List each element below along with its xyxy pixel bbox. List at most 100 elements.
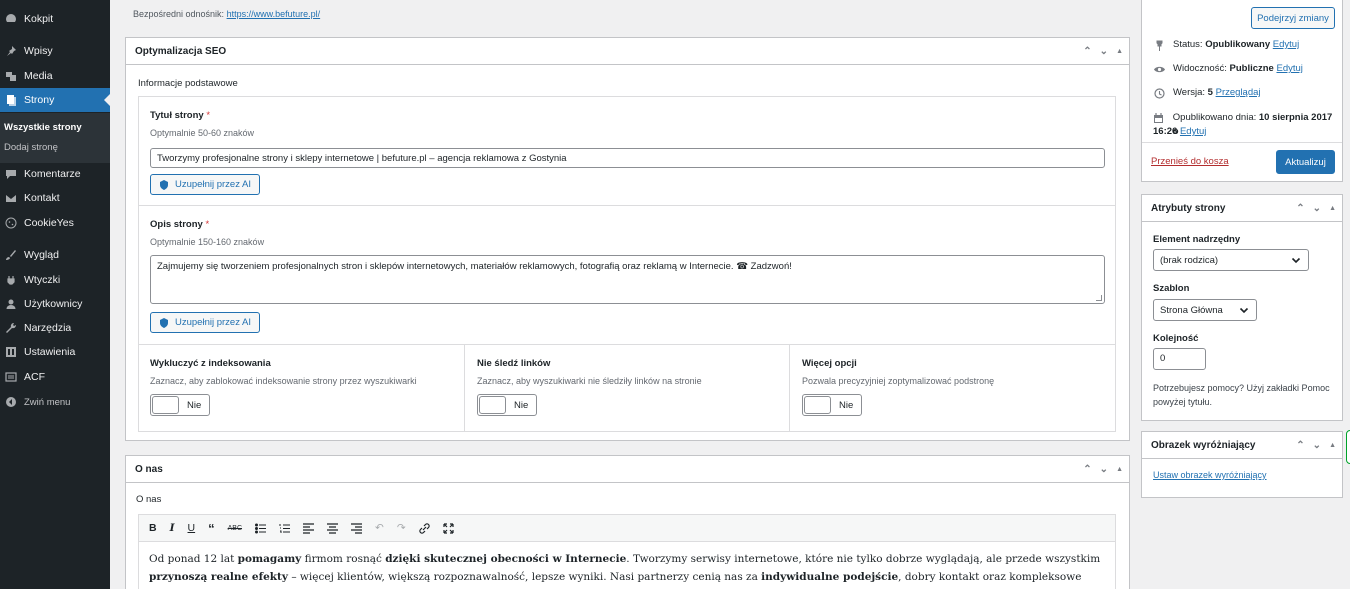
shield-icon	[160, 179, 168, 190]
toggle-panel-icon[interactable]: ▲	[1329, 442, 1336, 451]
nav-item-ustawienia[interactable]: Ustawienia	[0, 340, 110, 364]
move-down-icon[interactable]: ⌄	[1313, 203, 1321, 214]
bold-run: indywidualne podejście	[761, 571, 899, 583]
ai-fill-title-button[interactable]: Uzupełnij przez AI	[150, 174, 261, 195]
text-run: – więcej klientów, większą rozpoznawalno…	[288, 571, 762, 583]
editor-content[interactable]: Od ponad 12 lat pomagamy firmom rosnąć d…	[138, 542, 1116, 589]
side-feedback-tab[interactable]	[1346, 430, 1350, 464]
preview-changes-button[interactable]: Podejrzyj zmiany	[1251, 7, 1335, 29]
nav-label: CookieYes	[24, 217, 74, 229]
nav-label: Media	[24, 70, 53, 82]
link-icon[interactable]	[418, 522, 430, 534]
toggle-panel-icon[interactable]: ▲	[1116, 466, 1123, 475]
page-title-label: Tytuł strony *	[150, 110, 210, 121]
plugin-icon	[4, 273, 18, 287]
seo-metabox-header: Optymalizacja SEO ⌃ ⌄ ▲	[126, 38, 1129, 65]
about-metabox-title: O nas	[135, 463, 163, 475]
status-row: Status: Opublikowany Edytuj	[1153, 39, 1299, 51]
italic-button[interactable]: I	[170, 522, 175, 534]
fullscreen-icon[interactable]	[443, 522, 454, 534]
metabox-controls: ⌃ ⌄ ▲	[1296, 203, 1336, 214]
nav-item-kokpit[interactable]: Kokpit	[0, 7, 110, 31]
browse-revisions-link[interactable]: Przeglądaj	[1216, 87, 1261, 98]
text-run: firmom rosnąć	[301, 553, 386, 565]
edit-visibility-link[interactable]: Edytuj	[1276, 63, 1302, 74]
nav-label: Narzędzia	[24, 322, 72, 334]
toggle-panel-icon[interactable]: ▲	[1116, 48, 1123, 57]
edit-date-link[interactable]: Edytuj	[1180, 126, 1206, 137]
chevron-down-icon	[1239, 305, 1249, 315]
move-up-icon[interactable]: ⌃	[1083, 46, 1091, 57]
text-run: . Tworzymy serwisy internetowe, które ni…	[626, 553, 1101, 565]
update-button[interactable]: Aktualizuj	[1276, 150, 1335, 174]
pin-icon	[1153, 39, 1165, 51]
attributes-title: Atrybuty strony	[1151, 202, 1226, 214]
publish-metabox: Podejrzyj zmiany Status: Opublikowany Ed…	[1141, 0, 1343, 182]
collapse-menu-button[interactable]: Zwiń menu	[0, 390, 110, 414]
template-select[interactable]: Strona Główna	[1153, 299, 1257, 321]
toggle-panel-icon[interactable]: ▲	[1329, 205, 1336, 214]
status-label: Status:	[1173, 39, 1203, 50]
parent-select[interactable]: (brak rodzica)	[1153, 249, 1309, 271]
move-up-icon[interactable]: ⌃	[1296, 440, 1304, 451]
move-up-icon[interactable]: ⌃	[1296, 203, 1304, 214]
nav-item-cookieyes[interactable]: CookieYes	[0, 211, 110, 235]
move-down-icon[interactable]: ⌄	[1313, 440, 1321, 451]
permalink-url[interactable]: https://www.befuture.pl/	[227, 9, 321, 19]
strikethrough-icon[interactable]: ABC	[228, 525, 242, 532]
align-right-icon[interactable]	[351, 522, 363, 534]
numbered-list-icon[interactable]	[279, 523, 291, 534]
page-title-input[interactable]: Tworzymy profesjonalne strony i sklepy i…	[150, 148, 1105, 168]
set-featured-image-link[interactable]: Ustaw obrazek wyróżniający	[1153, 470, 1267, 480]
undo-icon[interactable]: ↶	[375, 522, 384, 534]
shield-icon	[160, 317, 168, 328]
comments-icon	[4, 167, 18, 181]
nav-item-strony[interactable]: Strony	[0, 88, 110, 112]
desc-hint: Optymalnie 150-160 znaków	[150, 237, 265, 247]
underline-button[interactable]: U	[188, 522, 196, 534]
metabox-controls: ⌃ ⌄ ▲	[1296, 440, 1336, 451]
nav-item-uzytkownicy[interactable]: Użytkownicy	[0, 292, 110, 316]
quote-icon[interactable]: “	[208, 521, 215, 536]
nav-item-komentarze[interactable]: Komentarze	[0, 162, 110, 186]
nofollow-toggle[interactable]: Nie	[477, 394, 537, 416]
submenu-add-page[interactable]: Dodaj stronę	[4, 142, 58, 153]
bold-button[interactable]: B	[149, 522, 157, 534]
move-up-icon[interactable]: ⌃	[1083, 464, 1091, 475]
metabox-controls: ⌃ ⌄ ▲	[1083, 464, 1123, 475]
move-down-icon[interactable]: ⌄	[1100, 46, 1108, 57]
seo-fields-panel: Tytuł strony * Optymalnie 50-60 znaków T…	[138, 96, 1116, 432]
divider	[789, 344, 790, 431]
edit-status-link[interactable]: Edytuj	[1273, 39, 1299, 50]
divider	[1142, 142, 1342, 143]
nav-item-kontakt[interactable]: Kontakt	[0, 186, 110, 210]
metabox-controls: ⌃ ⌄ ▲	[1083, 46, 1123, 57]
nav-label: Wygląd	[24, 249, 59, 261]
move-down-icon[interactable]: ⌄	[1100, 464, 1108, 475]
noindex-toggle[interactable]: Nie	[150, 394, 210, 416]
editor-toolbar: B I U “ ABC ↶ ↷	[138, 514, 1116, 542]
nav-item-wpisy[interactable]: Wpisy	[0, 39, 110, 63]
submenu-all-pages[interactable]: Wszystkie strony	[4, 122, 82, 133]
ai-fill-desc-button[interactable]: Uzupełnij przez AI	[150, 312, 261, 333]
nav-label: Strony	[24, 94, 55, 106]
desc-textarea[interactable]: Zajmujemy się tworzeniem profesjonalnych…	[150, 255, 1105, 304]
divider	[139, 344, 1115, 345]
desc-value: Zajmujemy się tworzeniem profesjonalnych…	[157, 261, 792, 272]
redo-icon[interactable]: ↷	[397, 522, 406, 534]
align-left-icon[interactable]	[303, 522, 315, 534]
move-to-trash-link[interactable]: Przenieś do kosza	[1151, 156, 1229, 167]
align-center-icon[interactable]	[327, 522, 339, 534]
nav-item-acf[interactable]: ACF	[0, 365, 110, 389]
nav-item-media[interactable]: Media	[0, 64, 110, 88]
nav-item-narzedzia[interactable]: Narzędzia	[0, 316, 110, 340]
bold-run: dzięki skutecznej obecności w Internecie	[385, 553, 627, 565]
nav-item-wtyczki[interactable]: Wtyczki	[0, 268, 110, 292]
bullet-list-icon[interactable]	[255, 523, 267, 534]
seo-subtitle: Informacje podstawowe	[138, 78, 238, 89]
order-input[interactable]: 0	[1153, 348, 1206, 370]
nav-item-wyglad[interactable]: Wygląd	[0, 243, 110, 267]
resize-grip[interactable]	[1096, 295, 1102, 301]
nav-label: ACF	[24, 371, 45, 383]
more-options-toggle[interactable]: Nie	[802, 394, 862, 416]
